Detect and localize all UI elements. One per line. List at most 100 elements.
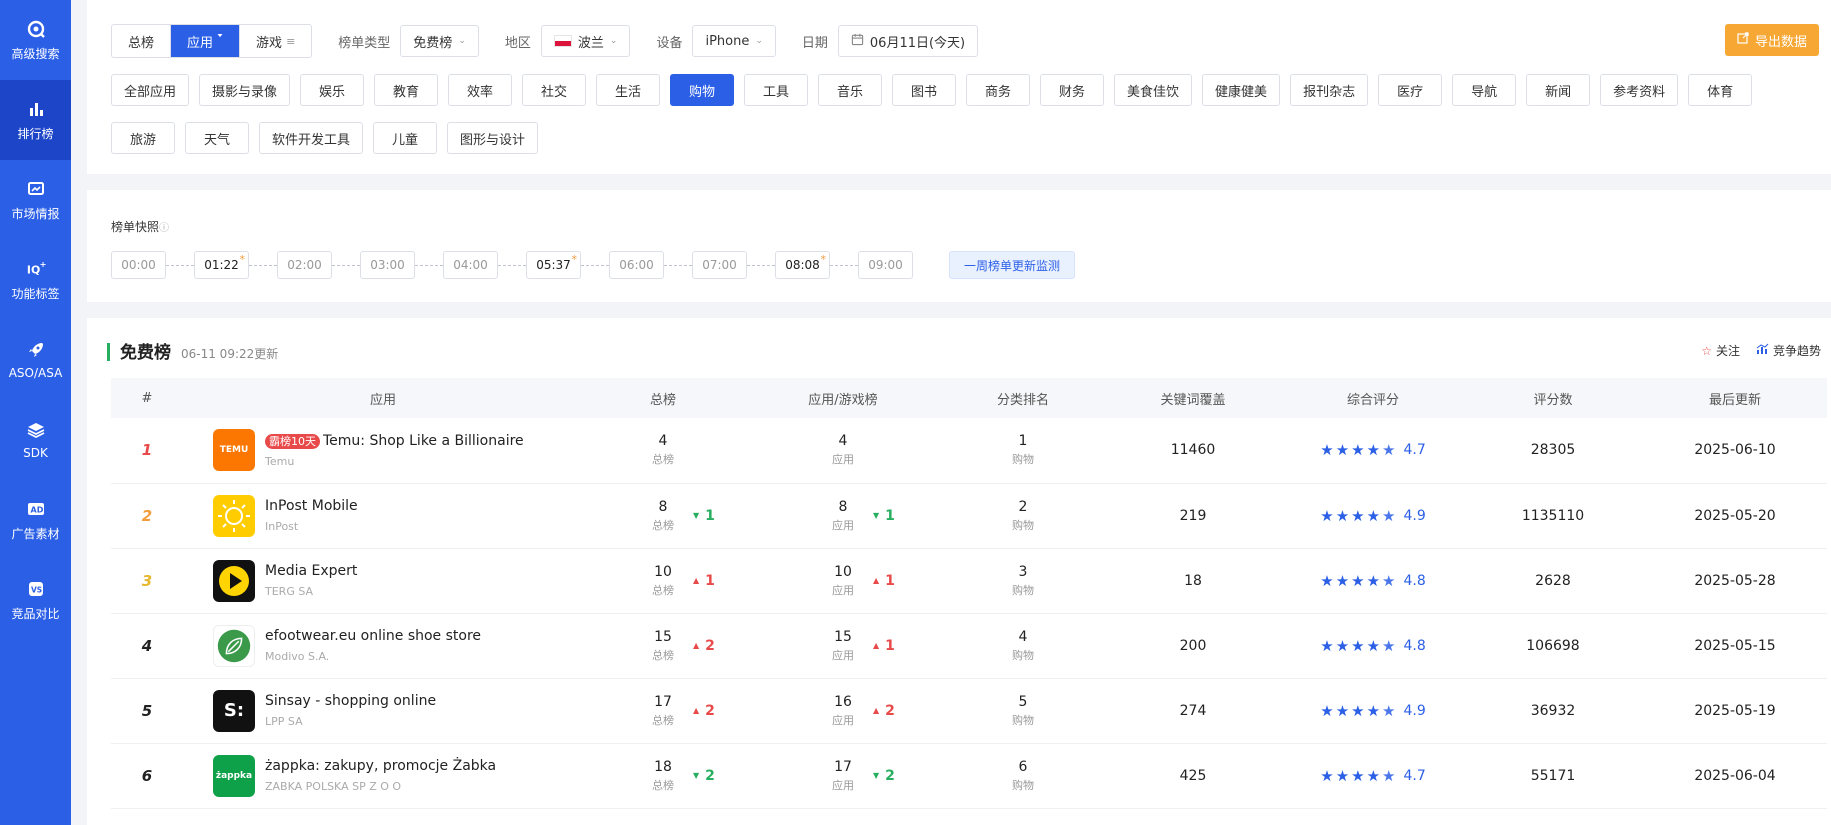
snapshot-time-chip[interactable]: 07:00 bbox=[692, 251, 747, 279]
snapshot-panel: 榜单快照ⓘ 00:00 01:22 * 02:00 03:00 04:00 05:37 * 06… bbox=[87, 190, 1831, 302]
follow-button[interactable]: ☆ 关注 bbox=[1701, 342, 1740, 359]
category-chip[interactable]: 健康健美 bbox=[1202, 74, 1281, 106]
table-row[interactable]: 1 TEMU 霸榜10天 Temu: Shop Like a Billionaire T… bbox=[111, 418, 1827, 484]
category-chip[interactable]: 软件开发工具 bbox=[259, 122, 364, 154]
snapshot-time-chip[interactable]: 02:00 bbox=[277, 251, 332, 279]
trend-label: 竞争趋势 bbox=[1772, 344, 1821, 358]
snapshot-time-chip[interactable]: 09:00 bbox=[858, 251, 913, 279]
app-info[interactable]: TEMU 霸榜10天 Temu: Shop Like a Billionaire Te… bbox=[183, 429, 583, 472]
snapshot-time-chip[interactable]: 08:08 * bbox=[775, 251, 830, 279]
app-rank-cell: 15 应用 ▲ 1 bbox=[743, 613, 943, 679]
ad-icon: AD bbox=[26, 499, 46, 519]
snapshot-time-label: 05:37 bbox=[536, 258, 571, 272]
menu-icon: ≡ bbox=[286, 34, 296, 48]
sidebar-item-ad[interactable]: AD 广告素材 bbox=[0, 480, 71, 560]
category-chip[interactable]: 工具 bbox=[744, 74, 809, 106]
sidebar-item-ranking[interactable]: 排行榜 bbox=[0, 80, 71, 160]
rating-count: 55171 bbox=[1463, 743, 1643, 809]
category-chip[interactable]: 全部应用 bbox=[111, 74, 190, 106]
snapshot-time-chip[interactable]: 03:00 bbox=[360, 251, 415, 279]
category-chip[interactable]: 生活 bbox=[596, 74, 661, 106]
snapshot-time-chip[interactable]: 01:22 * bbox=[194, 251, 249, 279]
app-rank-value: 10 bbox=[834, 563, 852, 580]
category-chip[interactable]: 教育 bbox=[374, 74, 439, 106]
category-chip[interactable]: 天气 bbox=[185, 122, 249, 154]
category-chip[interactable]: 儿童 bbox=[373, 122, 438, 154]
app-cell: S: Sinsay - shopping online LPP SA bbox=[183, 678, 583, 744]
export-data-button[interactable]: 导出数据 bbox=[1724, 24, 1819, 56]
category-chip[interactable]: 娱乐 bbox=[300, 74, 365, 106]
sidebar-item-layers[interactable]: SDK bbox=[0, 400, 71, 480]
snapshot-time-chip[interactable]: 06:00 bbox=[609, 251, 664, 279]
sidebar-item-vs[interactable]: VS 竞品对比 bbox=[0, 560, 71, 640]
app-info[interactable]: żappka żappka: zakupy, promocje Żabka ZABK… bbox=[183, 754, 583, 797]
keyword-coverage: 18 bbox=[1103, 548, 1283, 614]
category-chip[interactable]: 旅游 bbox=[111, 122, 175, 154]
category-chip[interactable]: 效率 bbox=[448, 74, 513, 106]
chevron-down-icon: ⌄ bbox=[458, 36, 466, 46]
total-rank-stack: 17 总榜 bbox=[652, 694, 674, 728]
table-row[interactable]: 2 InPost Mobile InPost 8 总榜 ▼ 1 8 应用 ▼ 1 2 购物 219 ★ ★ ★ ★… bbox=[111, 483, 1827, 549]
category-chip[interactable]: 参考资料 bbox=[1600, 74, 1679, 106]
table-row[interactable]: 5 S: Sinsay - shopping online LPP SA 17 总榜 ▲ 2 1… bbox=[111, 678, 1827, 744]
snapshot-time-chip[interactable]: 05:37 * bbox=[526, 251, 581, 279]
app-info[interactable]: efootwear.eu online shoe store Modivo S.A… bbox=[183, 624, 583, 667]
sidebar-item-market[interactable]: 市场情报 bbox=[0, 160, 71, 240]
tab-all-chart[interactable]: 总榜 bbox=[112, 25, 172, 57]
date-picker[interactable]: 06月11日(今天) bbox=[837, 25, 979, 57]
app-rank-sub: 应用 bbox=[832, 648, 854, 662]
chart-type-tabs: 总榜 应用 🢓 游戏 ≡ bbox=[111, 24, 313, 58]
total-rank-delta-value: 1 bbox=[705, 507, 715, 524]
layers-icon bbox=[26, 420, 46, 440]
rank-number: 3 bbox=[141, 571, 153, 590]
rank-cell: 3 bbox=[111, 548, 183, 614]
app-text: Sinsay - shopping online LPP SA bbox=[265, 693, 436, 728]
sidebar-item-label: 功能标签 bbox=[11, 286, 60, 301]
app-info[interactable]: Media Expert TERG SA bbox=[183, 559, 583, 602]
total-rank-delta: ▲ 2 bbox=[693, 703, 715, 719]
rating-cell: ★ ★ ★ ★ ★ 4.7 bbox=[1283, 418, 1463, 484]
category-chip[interactable]: 音乐 bbox=[818, 74, 883, 106]
table-row[interactable]: 3 Media Expert TERG SA 10 总榜 ▲ 1 10 应用 ▲ 1 3 购物 18 ★ ★ ★… bbox=[111, 548, 1827, 614]
star-icon: ★ bbox=[1366, 441, 1381, 460]
category-chip[interactable]: 新闻 bbox=[1526, 74, 1591, 106]
column-header: 总榜 bbox=[583, 378, 743, 418]
category-chip[interactable]: 报刊杂志 bbox=[1290, 74, 1369, 106]
tab-app-chart[interactable]: 应用 🢓 bbox=[171, 25, 241, 57]
column-header: 最后更新 bbox=[1643, 378, 1827, 418]
region-dropdown[interactable]: 波兰 ⌄ bbox=[540, 25, 631, 57]
sidebar-item-tag[interactable]: IQ + 功能标签 bbox=[0, 240, 71, 320]
category-chip[interactable]: 医疗 bbox=[1378, 74, 1443, 106]
category-chip[interactable]: 摄影与录像 bbox=[199, 74, 291, 106]
device-dropdown[interactable]: iPhone ⌄ bbox=[692, 25, 776, 57]
table-row[interactable]: 4 efootwear.eu online shoe store Modivo S.… bbox=[111, 613, 1827, 679]
sidebar-item-label: 市场情报 bbox=[11, 206, 60, 221]
category-chip[interactable]: 图书 bbox=[892, 74, 957, 106]
snapshot-time-chip[interactable]: 00:00 bbox=[111, 251, 166, 279]
list-type-dropdown[interactable]: 免费榜 ⌄ bbox=[400, 25, 479, 57]
category-chip[interactable]: 购物 bbox=[670, 74, 735, 106]
competition-trend-button[interactable]: 竞争趋势 bbox=[1756, 342, 1821, 359]
category-chip[interactable]: 体育 bbox=[1688, 74, 1753, 106]
rank-number: 4 bbox=[141, 636, 153, 655]
app-developer: Modivo S.A. bbox=[265, 650, 330, 663]
category-chip[interactable]: 美食佳饮 bbox=[1114, 74, 1193, 106]
table-row[interactable]: 6 żappka żappka: zakupy, promocje Żabka ZAB… bbox=[111, 743, 1827, 809]
snapshot-time-label: 07:00 bbox=[702, 258, 737, 272]
sidebar-item-search[interactable]: 高级搜索 bbox=[0, 0, 71, 80]
category-chip[interactable]: 社交 bbox=[522, 74, 587, 106]
category-chip[interactable]: 财务 bbox=[1040, 74, 1105, 106]
app-rank-delta: ▲ 1 bbox=[873, 573, 895, 589]
category-rank-cell: 4 购物 bbox=[943, 613, 1103, 679]
star-icon: ★ bbox=[1335, 636, 1350, 655]
category-chip[interactable]: 图形与设计 bbox=[447, 122, 539, 154]
category-chip[interactable]: 导航 bbox=[1452, 74, 1517, 106]
app-info[interactable]: InPost Mobile InPost bbox=[183, 494, 583, 537]
rank-number: 1 bbox=[141, 441, 153, 460]
category-chip[interactable]: 商务 bbox=[966, 74, 1031, 106]
sidebar-item-rocket[interactable]: ASO/ASA bbox=[0, 320, 71, 400]
snapshot-time-chip[interactable]: 04:00 bbox=[443, 251, 498, 279]
week-monitor-button[interactable]: 一周榜单更新监测 bbox=[949, 251, 1076, 279]
app-info[interactable]: S: Sinsay - shopping online LPP SA bbox=[183, 689, 583, 732]
tab-game-chart[interactable]: 游戏 ≡ bbox=[240, 25, 311, 57]
